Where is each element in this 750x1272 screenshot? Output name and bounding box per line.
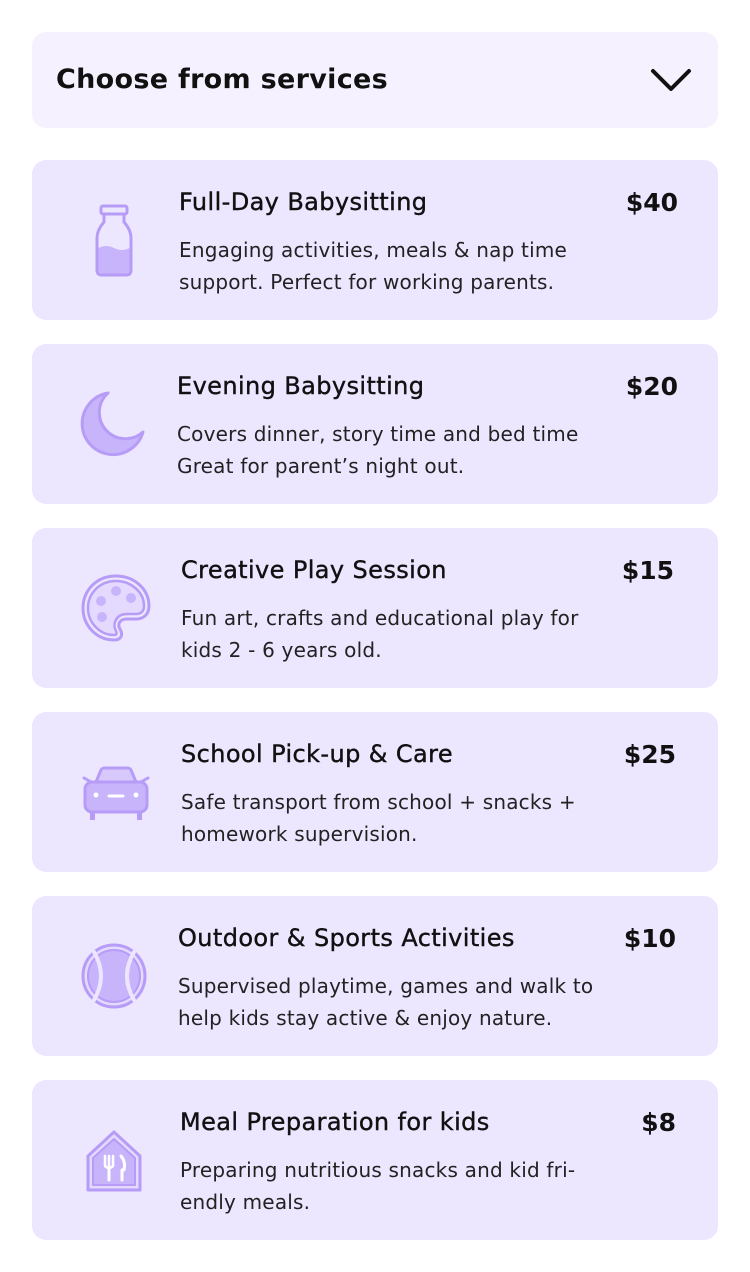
service-description: Covers dinner, story time and bed time G…	[177, 422, 579, 478]
service-description: Safe transport from school + snacks + ho…	[181, 790, 576, 846]
service-price: $8	[641, 1108, 676, 1137]
service-price: $15	[621, 556, 674, 585]
milk-bottle-icon	[95, 204, 133, 277]
kitchen-utensils-icon	[86, 1130, 142, 1192]
tennis-ball-icon	[81, 943, 147, 1009]
service-price: $25	[623, 740, 676, 769]
service-description: Engaging activities, meals & nap time su…	[179, 238, 568, 294]
service-title: School Pick-up & Care	[181, 740, 454, 768]
paint-palette-icon	[81, 574, 151, 642]
dropdown-label: Choose from services	[56, 64, 389, 95]
services-dropdown[interactable]: Choose from services	[32, 32, 718, 128]
service-title: Creative Play Session	[181, 556, 447, 584]
service-description: Fun art, crafts and educational play for…	[181, 606, 579, 662]
service-card-creative-play-session[interactable]: Creative Play Session Fun art, crafts an…	[32, 528, 718, 688]
service-price: $40	[625, 188, 678, 217]
service-title: Meal Preparation for kids	[180, 1108, 490, 1136]
moon-icon	[80, 391, 145, 457]
service-card-outdoor-sports[interactable]: Outdoor & Sports Activities Supervised p…	[32, 896, 718, 1056]
service-price: $10	[623, 924, 676, 953]
service-card-full-day-babysitting[interactable]: Full-Day Babysitting Engaging activities…	[32, 160, 718, 320]
service-price: $20	[625, 372, 678, 401]
car-icon	[82, 766, 150, 820]
service-title: Evening Babysitting	[177, 372, 425, 400]
service-title: Outdoor & Sports Activities	[178, 924, 515, 952]
service-card-school-pickup-care[interactable]: School Pick-up & Care Safe transport fro…	[32, 712, 718, 872]
service-title: Full-Day Babysitting	[179, 188, 428, 216]
service-card-evening-babysitting[interactable]: Evening Babysitting Covers dinner, story…	[32, 344, 718, 504]
service-card-meal-preparation[interactable]: Meal Preparation for kids Preparing nutr…	[32, 1080, 718, 1240]
chevron-down-icon[interactable]	[650, 66, 692, 94]
service-description: Supervised playtime, games and walk to h…	[178, 974, 594, 1030]
service-description: Preparing nutritious snacks and kid fri-…	[180, 1158, 576, 1214]
